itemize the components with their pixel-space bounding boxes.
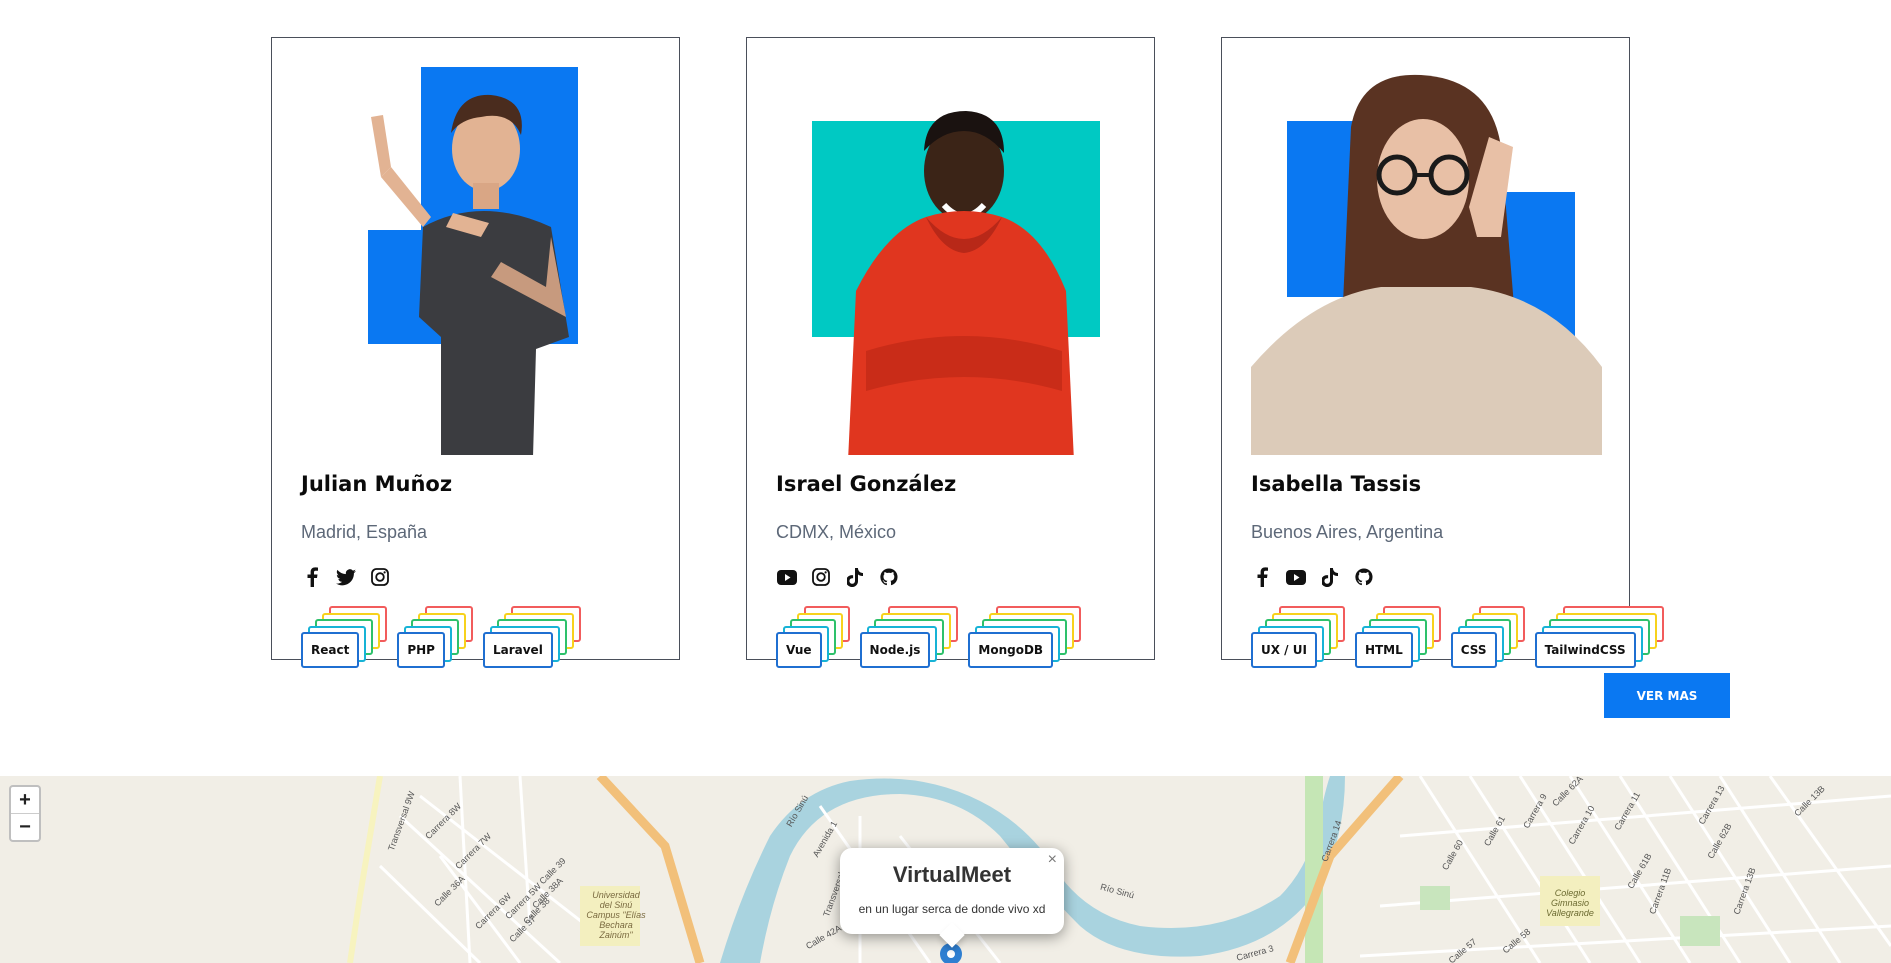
social-links bbox=[1251, 566, 1375, 588]
map-label: Universidad del Sinú Campus "Elías Becha… bbox=[586, 890, 646, 940]
youtube-icon[interactable] bbox=[776, 566, 798, 588]
profile-location: CDMX, México bbox=[776, 522, 897, 542]
social-links bbox=[776, 566, 900, 588]
ver-mas-button[interactable]: VER MAS bbox=[1604, 673, 1730, 718]
profile-photo bbox=[1251, 67, 1602, 455]
map-zoom-control: + − bbox=[9, 785, 41, 842]
instagram-icon[interactable] bbox=[369, 566, 391, 588]
profile-card-julian: Julian Muñoz Madrid, España React PHP La… bbox=[271, 37, 680, 668]
social-links bbox=[301, 566, 391, 588]
tech-tag: PHP bbox=[397, 606, 473, 668]
tech-tag: MongoDB bbox=[968, 606, 1082, 668]
map-popup: × VirtualMeet en un lugar serca de donde… bbox=[840, 848, 1064, 948]
tech-tag: CSS bbox=[1450, 606, 1525, 668]
twitter-icon[interactable] bbox=[335, 566, 357, 588]
tech-tag: Node.js bbox=[859, 606, 959, 668]
tech-tag: Laravel bbox=[482, 606, 581, 668]
tech-tag: Vue bbox=[776, 606, 850, 668]
person-figure bbox=[848, 111, 1074, 455]
tech-tags: React PHP Laravel bbox=[301, 606, 581, 668]
tech-tags: UX / UI HTML CSS TailwindCSS bbox=[1251, 606, 1664, 668]
profile-card-israel: Israel González CDMX, México Vue Node.js… bbox=[746, 37, 1155, 668]
tech-tags: Vue Node.js MongoDB bbox=[776, 606, 1082, 668]
facebook-icon[interactable] bbox=[301, 566, 323, 588]
profile-name: Julian Muñoz bbox=[301, 472, 453, 496]
person-figure bbox=[371, 94, 569, 455]
tiktok-icon[interactable] bbox=[1319, 566, 1341, 588]
youtube-icon[interactable] bbox=[1285, 566, 1307, 588]
tiktok-icon[interactable] bbox=[844, 566, 866, 588]
zoom-in-button[interactable]: + bbox=[11, 787, 39, 813]
profile-photo bbox=[301, 67, 652, 455]
popup-title: VirtualMeet bbox=[892, 862, 1012, 887]
close-icon[interactable]: × bbox=[1048, 851, 1057, 869]
tech-tag: TailwindCSS bbox=[1534, 606, 1664, 668]
instagram-icon[interactable] bbox=[810, 566, 832, 588]
profile-photo bbox=[776, 67, 1127, 455]
facebook-icon[interactable] bbox=[1251, 566, 1273, 588]
github-icon[interactable] bbox=[878, 566, 900, 588]
location-map[interactable]: Río Sinú Río Sinú Transversal 9W Carrera… bbox=[0, 776, 1891, 963]
profile-name: Isabella Tassis bbox=[1251, 472, 1422, 496]
popup-text: en un lugar serca de donde vivo xd bbox=[858, 902, 1046, 916]
tech-tag: React bbox=[301, 606, 388, 668]
tech-tag: UX / UI bbox=[1251, 606, 1345, 668]
profile-name: Israel González bbox=[776, 472, 957, 496]
profile-location: Madrid, España bbox=[301, 522, 428, 542]
map-label: Colegio Gimnasio Vallegrande bbox=[1546, 888, 1594, 918]
github-icon[interactable] bbox=[1353, 566, 1375, 588]
tech-tag: HTML bbox=[1354, 606, 1441, 668]
zoom-out-button[interactable]: − bbox=[11, 813, 39, 840]
profile-card-isabella: Isabella Tassis Buenos Aires, Argentina … bbox=[1221, 37, 1664, 668]
person-figure bbox=[1251, 74, 1602, 455]
profile-location: Buenos Aires, Argentina bbox=[1251, 522, 1444, 542]
